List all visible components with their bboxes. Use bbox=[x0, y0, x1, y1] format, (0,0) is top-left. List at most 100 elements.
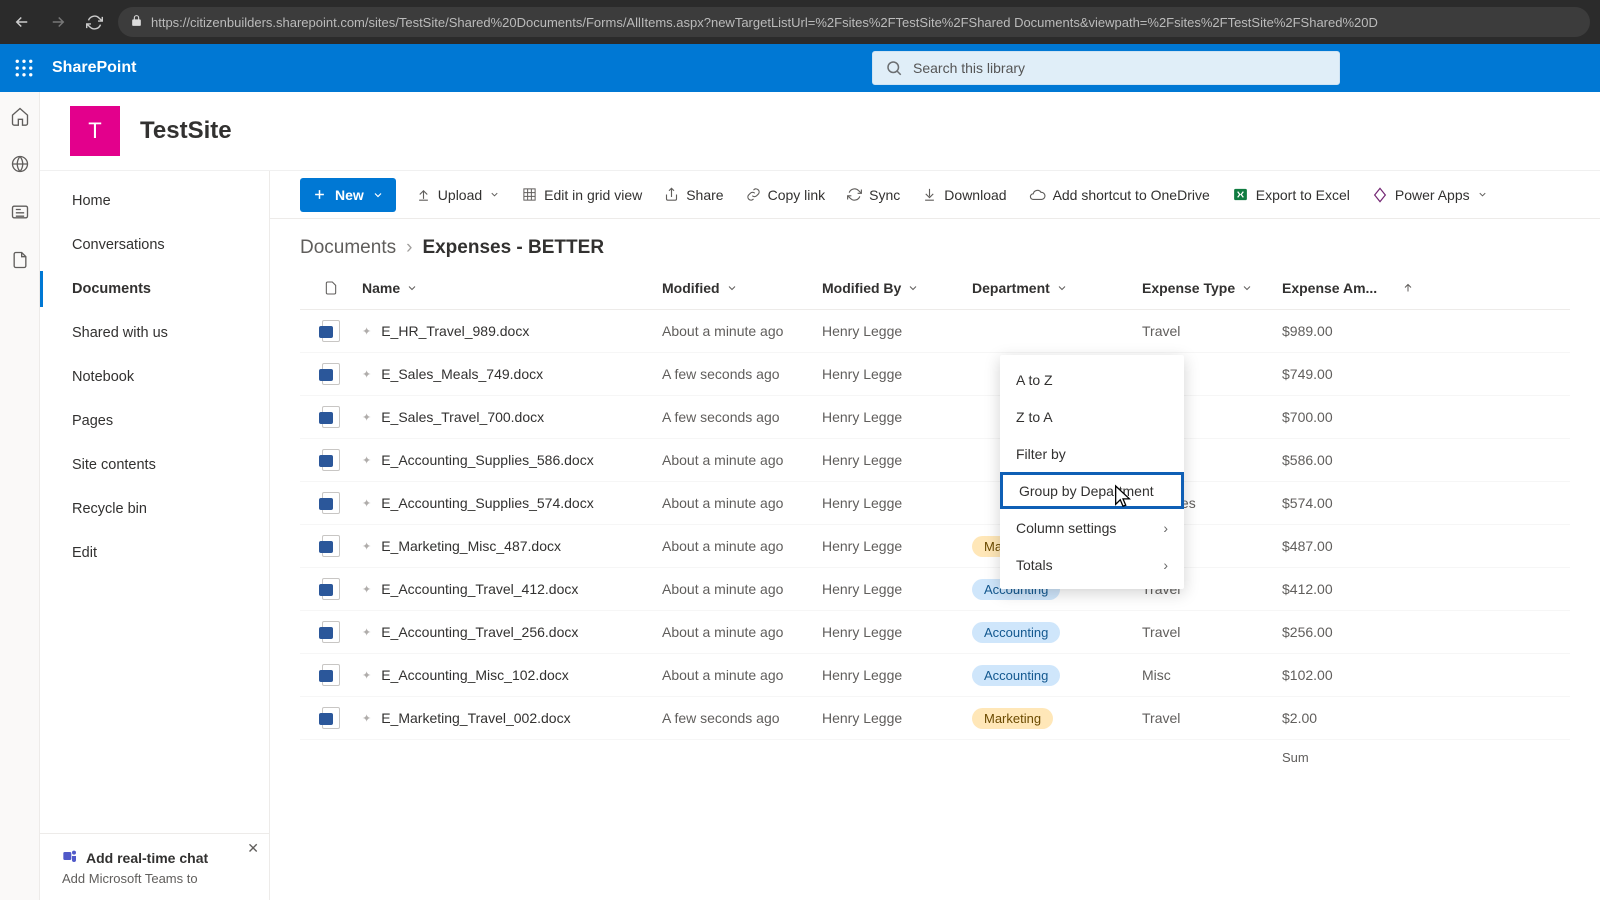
new-indicator-icon: ✦ bbox=[362, 497, 371, 510]
menu-item-totals[interactable]: Totals› bbox=[1000, 546, 1184, 583]
nav-item-conversations[interactable]: Conversations bbox=[40, 223, 269, 267]
table-row[interactable]: ✦E_Marketing_Misc_487.docxAbout a minute… bbox=[300, 525, 1570, 568]
nav-item-shared-with-us[interactable]: Shared with us bbox=[40, 311, 269, 355]
word-doc-icon bbox=[322, 449, 340, 471]
cell-amount: $256.00 bbox=[1282, 624, 1402, 640]
table-row[interactable]: ✦E_Accounting_Travel_256.docxAbout a min… bbox=[300, 611, 1570, 654]
col-name-header[interactable]: Name bbox=[362, 280, 662, 296]
col-icon[interactable] bbox=[300, 278, 362, 298]
table-row[interactable]: ✦E_Accounting_Supplies_574.docxAbout a m… bbox=[300, 482, 1570, 525]
search-box[interactable]: Search this library bbox=[872, 51, 1340, 85]
home-icon[interactable] bbox=[10, 106, 30, 126]
new-indicator-icon: ✦ bbox=[362, 712, 371, 725]
file-name: E_Accounting_Supplies_574.docx bbox=[381, 495, 594, 511]
cell-expense-type: Travel bbox=[1142, 710, 1282, 726]
new-indicator-icon: ✦ bbox=[362, 368, 371, 381]
new-button[interactable]: New bbox=[300, 178, 396, 212]
cell-amount: $102.00 bbox=[1282, 667, 1402, 683]
table-row[interactable]: ✦E_Sales_Travel_700.docxA few seconds ag… bbox=[300, 396, 1570, 439]
files-icon[interactable] bbox=[10, 250, 30, 270]
file-name: E_HR_Travel_989.docx bbox=[381, 323, 529, 339]
col-modified-header[interactable]: Modified bbox=[662, 280, 822, 296]
forward-icon[interactable] bbox=[46, 10, 70, 34]
nav-item-home[interactable]: Home bbox=[40, 179, 269, 223]
col-amount-header[interactable]: Expense Am... bbox=[1282, 280, 1402, 296]
news-icon[interactable] bbox=[10, 202, 30, 222]
table-row[interactable]: ✦E_Accounting_Misc_102.docxAbout a minut… bbox=[300, 654, 1570, 697]
table-row[interactable]: ✦E_Sales_Meals_749.docxA few seconds ago… bbox=[300, 353, 1570, 396]
cell-department: Accounting bbox=[972, 622, 1142, 643]
word-doc-icon bbox=[322, 578, 340, 600]
cell-department: Marketing bbox=[972, 708, 1142, 729]
cell-modified-by: Henry Legge bbox=[822, 323, 972, 339]
cell-modified: About a minute ago bbox=[662, 452, 822, 468]
cell-modified-by: Henry Legge bbox=[822, 581, 972, 597]
cell-expense-type: Travel bbox=[1142, 323, 1282, 339]
new-indicator-icon: ✦ bbox=[362, 626, 371, 639]
site-logo[interactable]: T bbox=[70, 106, 120, 156]
nav-item-site-contents[interactable]: Site contents bbox=[40, 443, 269, 487]
teams-callout-title: Add real-time chat bbox=[86, 850, 208, 866]
close-icon[interactable]: ✕ bbox=[247, 840, 259, 857]
sum-label: Sum bbox=[1282, 750, 1309, 765]
menu-item-z-to-a[interactable]: Z to A bbox=[1000, 398, 1184, 435]
search-placeholder: Search this library bbox=[913, 60, 1025, 76]
site-title[interactable]: TestSite bbox=[140, 117, 232, 145]
app-launcher-icon[interactable] bbox=[0, 44, 48, 92]
suite-brand[interactable]: SharePoint bbox=[48, 59, 136, 77]
url-text: https://citizenbuilders.sharepoint.com/s… bbox=[151, 15, 1378, 30]
table-row[interactable]: ✦E_Accounting_Travel_412.docxAbout a min… bbox=[300, 568, 1570, 611]
nav-item-recycle-bin[interactable]: Recycle bin bbox=[40, 487, 269, 531]
sum-row: Sum bbox=[300, 740, 1570, 765]
reload-icon[interactable] bbox=[82, 10, 106, 34]
menu-item-a-to-z[interactable]: A to Z bbox=[1000, 361, 1184, 398]
table-row[interactable]: ✦E_HR_Travel_989.docxAbout a minute agoH… bbox=[300, 310, 1570, 353]
site-header: T TestSite bbox=[40, 92, 1600, 170]
browser-bar: https://citizenbuilders.sharepoint.com/s… bbox=[0, 0, 1600, 44]
new-indicator-icon: ✦ bbox=[362, 540, 371, 553]
nav-item-documents[interactable]: Documents bbox=[40, 267, 269, 311]
url-bar[interactable]: https://citizenbuilders.sharepoint.com/s… bbox=[118, 7, 1590, 37]
file-name: E_Marketing_Travel_002.docx bbox=[381, 710, 570, 726]
cmd-upload[interactable]: Upload bbox=[416, 187, 500, 203]
col-expensetype-header[interactable]: Expense Type bbox=[1142, 280, 1282, 296]
nav-item-notebook[interactable]: Notebook bbox=[40, 355, 269, 399]
file-name: E_Accounting_Misc_102.docx bbox=[381, 667, 569, 683]
chevron-right-icon: › bbox=[1163, 520, 1168, 536]
cmd-edit-in-grid-view[interactable]: Edit in grid view bbox=[522, 187, 642, 203]
nav-item-pages[interactable]: Pages bbox=[40, 399, 269, 443]
col-sort-indicator[interactable] bbox=[1402, 282, 1432, 294]
cell-modified-by: Henry Legge bbox=[822, 452, 972, 468]
teams-callout: ✕ Add real-time chat Add Microsoft Teams… bbox=[40, 833, 269, 900]
cmd-share[interactable]: Share bbox=[664, 187, 723, 203]
table-row[interactable]: ✦E_Accounting_Supplies_586.docxAbout a m… bbox=[300, 439, 1570, 482]
file-name: E_Accounting_Supplies_586.docx bbox=[381, 452, 594, 468]
cell-amount: $989.00 bbox=[1282, 323, 1402, 339]
word-doc-icon bbox=[322, 621, 340, 643]
back-icon[interactable] bbox=[10, 10, 34, 34]
cell-modified-by: Henry Legge bbox=[822, 667, 972, 683]
col-department-header[interactable]: Department bbox=[972, 280, 1142, 296]
col-modifiedby-header[interactable]: Modified By bbox=[822, 280, 972, 296]
nav-item-edit[interactable]: Edit bbox=[40, 531, 269, 575]
table-row[interactable]: ✦E_Marketing_Travel_002.docxA few second… bbox=[300, 697, 1570, 740]
menu-item-column-settings[interactable]: Column settings› bbox=[1000, 509, 1184, 546]
search-icon bbox=[885, 59, 903, 77]
menu-item-group-by-department[interactable]: Group by Department bbox=[1000, 472, 1184, 509]
cmd-power-apps[interactable]: Power Apps bbox=[1372, 187, 1488, 203]
document-grid: Name Modified Modified By Department Exp… bbox=[270, 267, 1600, 765]
cmd-add-shortcut-to-onedrive[interactable]: Add shortcut to OneDrive bbox=[1029, 186, 1210, 203]
menu-item-filter-by[interactable]: Filter by bbox=[1000, 435, 1184, 472]
breadcrumb-root[interactable]: Documents bbox=[300, 237, 396, 259]
cell-modified: A few seconds ago bbox=[662, 409, 822, 425]
cmd-copy-link[interactable]: Copy link bbox=[746, 187, 826, 203]
word-doc-icon bbox=[322, 707, 340, 729]
left-nav: HomeConversationsDocumentsShared with us… bbox=[40, 171, 270, 900]
globe-icon[interactable] bbox=[10, 154, 30, 174]
new-button-label: New bbox=[335, 187, 364, 203]
breadcrumb-current: Expenses - BETTER bbox=[422, 237, 604, 259]
cmd-download[interactable]: Download bbox=[922, 187, 1006, 203]
cmd-export-to-excel[interactable]: Export to Excel bbox=[1232, 186, 1350, 203]
cell-modified-by: Henry Legge bbox=[822, 495, 972, 511]
cmd-sync[interactable]: Sync bbox=[847, 187, 900, 203]
